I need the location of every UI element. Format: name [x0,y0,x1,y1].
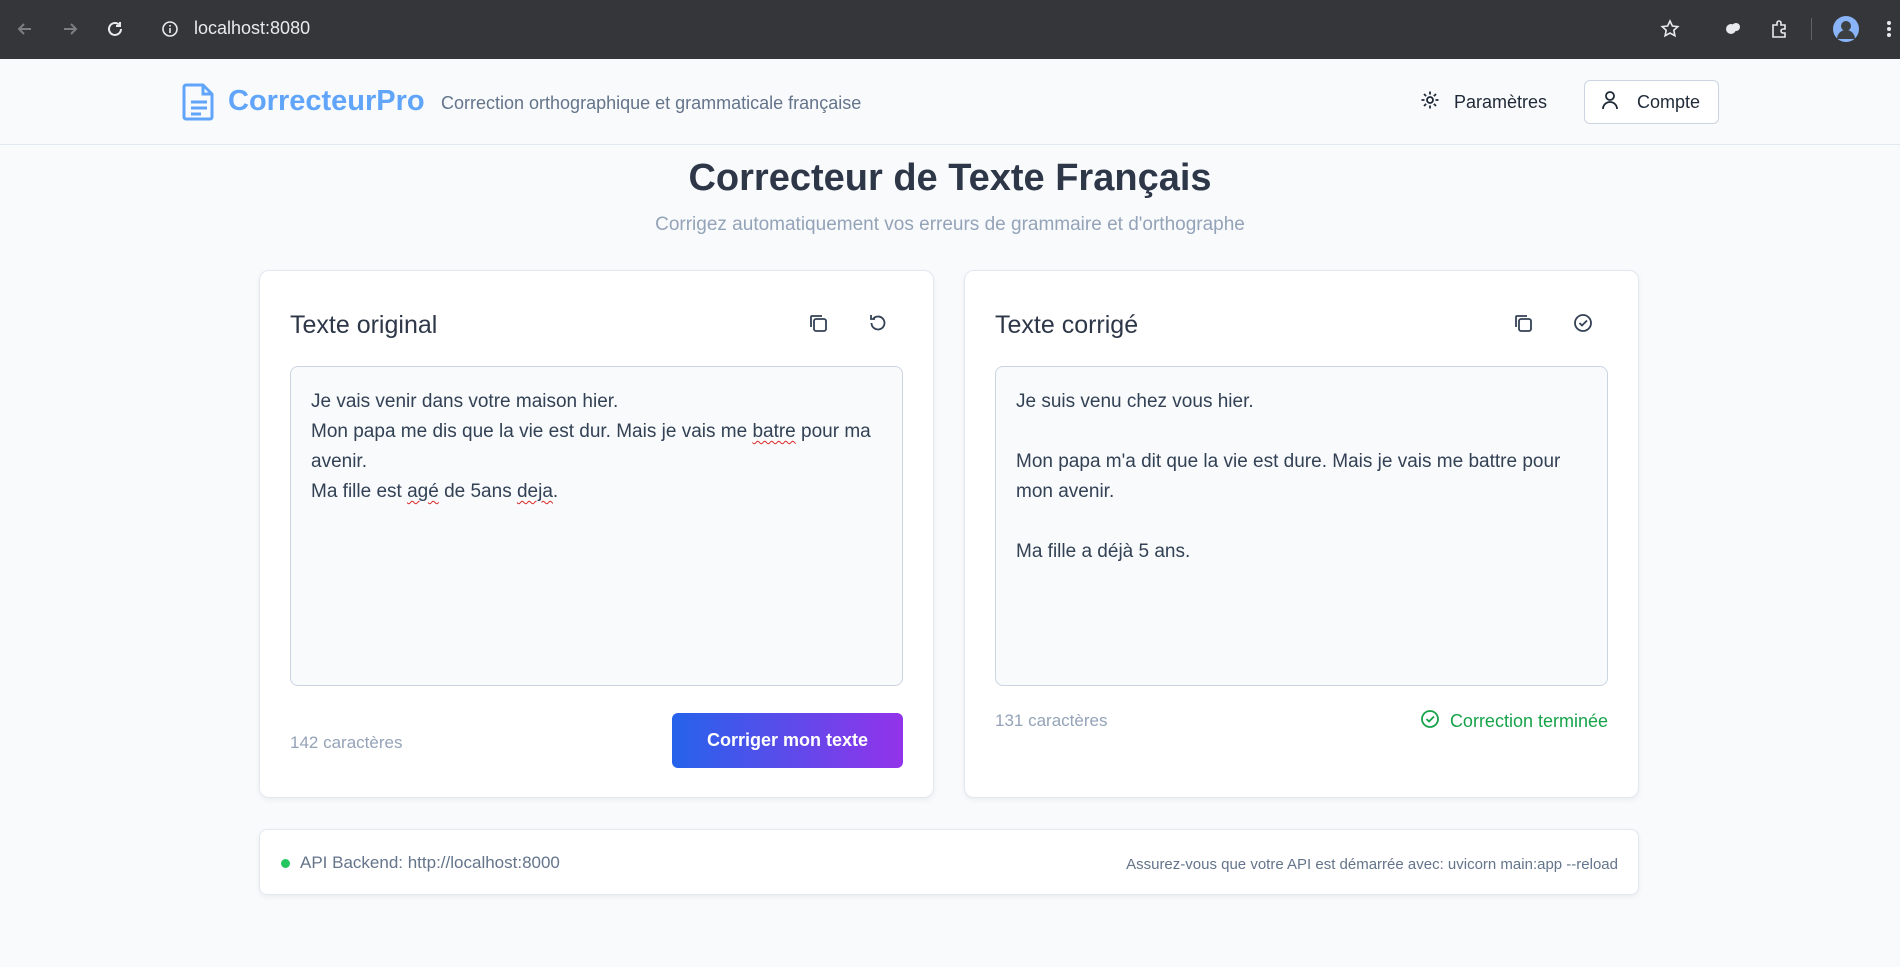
tagline: Correction orthographique et grammatical… [441,93,862,113]
correction-status: Correction terminée [1420,709,1608,734]
original-line: Je vais venir dans votre maison hier. [311,391,619,412]
api-status-bar: API Backend: http://localhost:8000 Assur… [259,829,1639,895]
brand-name: CorrecteurPro [228,85,425,117]
correction-status-label: Correction terminée [1449,711,1608,731]
user-icon [1601,90,1619,115]
spelling-error: deja [516,481,553,502]
api-status-dot [281,859,290,868]
original-text-card: Texte original Je vais venir dans votre … [259,270,934,798]
page-subtitle: Corrigez automatiquement vos erreurs de … [655,214,1245,235]
site-info-icon[interactable] [157,16,183,42]
corrected-text-output[interactable]: Je suis venu chez vous hier. Mon papa m'… [995,366,1608,686]
original-text-input[interactable]: Je vais venir dans votre maison hier. Mo… [290,366,903,686]
corrected-text-card: Texte corrigé Je suis venu chez vous hie… [964,270,1639,798]
settings-label: Paramètres [1454,91,1548,112]
correct-text-button[interactable]: Corriger mon texte [672,713,903,768]
original-line: Mon papa me dis que la vie est dur. Mais… [311,421,877,472]
page-title: Correcteur de Texte Français [688,157,1212,199]
check-circle-icon [1573,313,1593,338]
back-arrow-icon[interactable] [12,16,38,42]
api-backend-label: API Backend: http://localhost:8000 [300,853,560,872]
corrected-card-title: Texte corrigé [995,311,1139,339]
browser-toolbar: localhost:8080 [0,0,1900,59]
reset-icon [868,313,888,338]
original-line: Ma fille est agé de 5ans deja. [311,481,559,502]
address-bar[interactable]: localhost:8080 [194,18,310,39]
spelling-error: agé [407,481,439,502]
check-circle-icon [1420,709,1440,734]
corrected-char-count: 131 caractères [995,711,1108,730]
api-hint: Assurez-vous que votre API est démarrée … [1126,856,1618,873]
bookmark-star-icon[interactable] [1657,16,1683,42]
account-button[interactable]: Compte [1584,80,1719,124]
toolbar-divider [1811,18,1812,40]
copy-icon [1513,313,1533,338]
copy-corrected-button[interactable] [1505,307,1541,343]
settings-button[interactable]: Paramètres [1420,80,1547,124]
reload-icon[interactable] [102,16,128,42]
document-logo-icon [182,83,216,126]
reset-original-button[interactable] [860,307,896,343]
app-header: CorrecteurPro Correction orthographique … [0,59,1900,145]
copy-icon [808,313,828,338]
gear-icon [1420,90,1440,115]
browser-menu-icon[interactable] [1882,16,1896,42]
extension-puzzle-icon[interactable] [1720,16,1746,42]
extensions-icon[interactable] [1766,16,1792,42]
copy-original-button[interactable] [800,307,836,343]
original-card-title: Texte original [290,311,438,339]
account-label: Compte [1637,91,1701,112]
spelling-error: batre [752,421,796,442]
forward-arrow-icon[interactable] [57,16,83,42]
apply-correction-button[interactable] [1565,307,1601,343]
original-char-count: 142 caractères [290,733,403,752]
profile-avatar[interactable] [1832,15,1860,43]
